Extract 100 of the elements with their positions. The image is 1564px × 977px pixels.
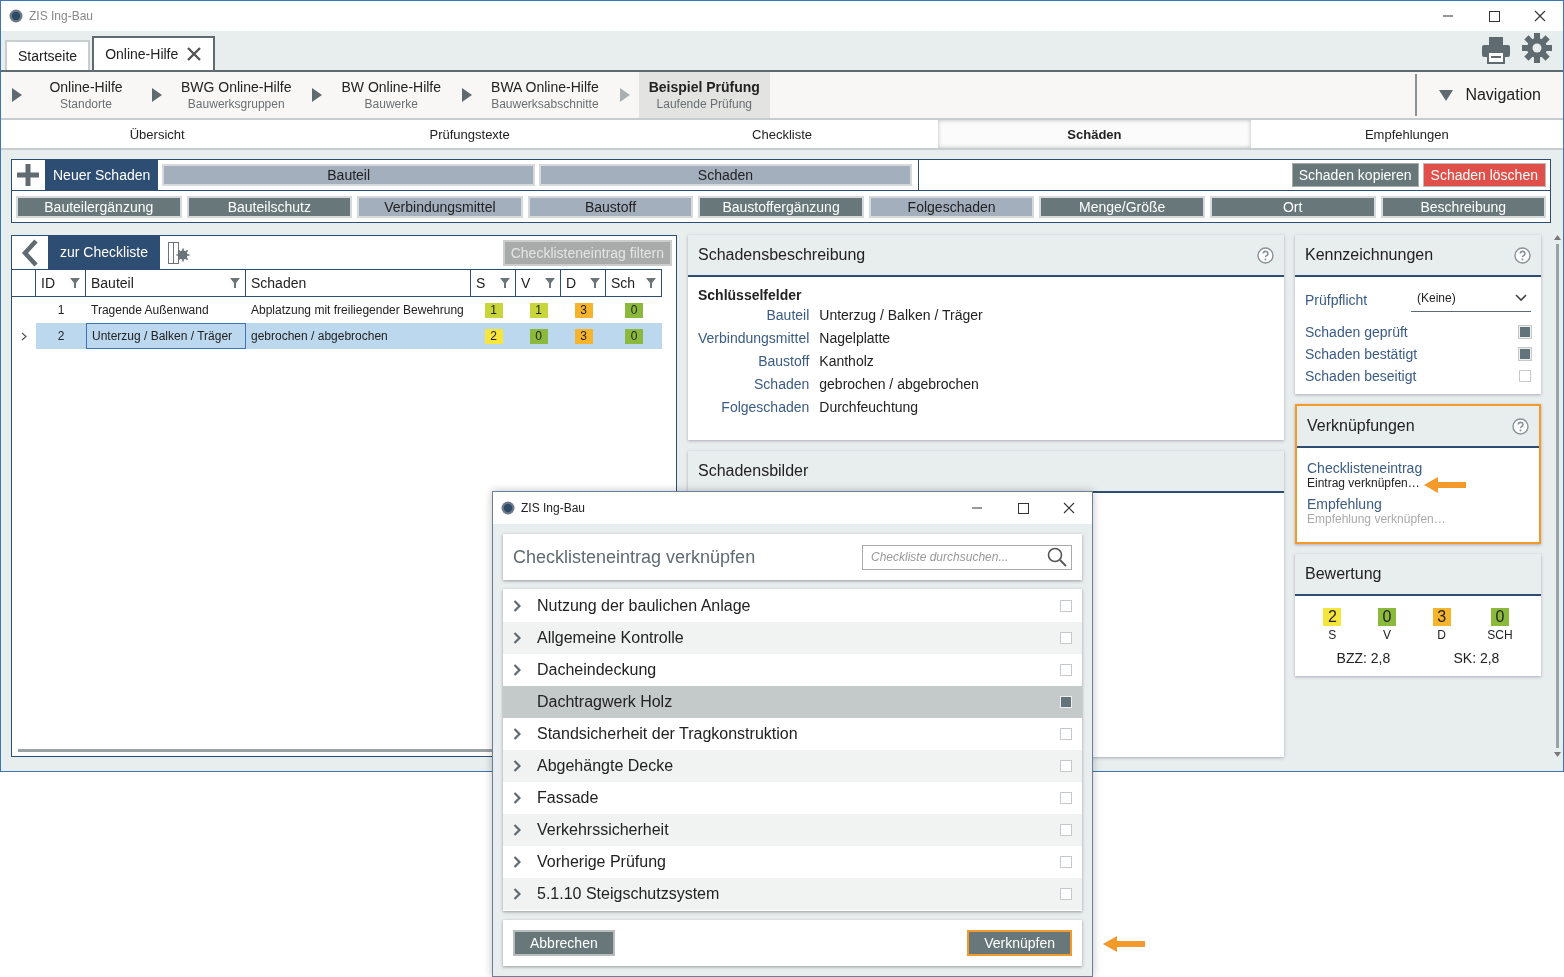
tab[interactable]: Startseite xyxy=(5,40,91,70)
column-header[interactable]: Sch xyxy=(606,269,662,297)
chevron-right-icon[interactable] xyxy=(513,760,521,772)
column-header[interactable]: D xyxy=(561,269,606,297)
list-item[interactable]: Standsicherheit der Tragkonstruktion xyxy=(503,718,1082,750)
cancel-button[interactable]: Abbrechen xyxy=(513,930,615,956)
help-icon xyxy=(1514,246,1531,264)
rating-label: SCH xyxy=(1487,628,1513,642)
list-item[interactable]: Vorherige Prüfung xyxy=(503,846,1082,878)
card-title: Schadensbeschreibung xyxy=(698,246,866,264)
field-button[interactable]: Schaden xyxy=(539,164,912,186)
checkbox[interactable] xyxy=(1519,370,1531,382)
filter-icon[interactable] xyxy=(500,278,510,288)
checkbox[interactable] xyxy=(1060,856,1072,868)
app-logo-icon xyxy=(9,9,23,23)
search-icon xyxy=(1047,546,1067,567)
breadcrumb-item[interactable]: BWG Online-Hilfe Bauwerksgruppen xyxy=(171,72,302,118)
chevron-right-icon[interactable] xyxy=(513,856,521,868)
field-button[interactable]: Beschreibung xyxy=(1380,195,1547,218)
table-cell: 2 xyxy=(36,323,86,349)
checkbox[interactable] xyxy=(1060,728,1072,740)
field-button[interactable]: Baustoffergänzung xyxy=(698,195,864,218)
checkbox[interactable] xyxy=(1060,600,1072,612)
field-value: gebrochen / abgebrochen xyxy=(819,376,980,392)
tab[interactable]: Empfehlungen xyxy=(1250,120,1564,148)
chevron-right-icon[interactable] xyxy=(513,600,521,612)
window-title: ZIS Ing-Bau xyxy=(521,501,586,515)
tab[interactable]: Schäden xyxy=(938,120,1251,148)
list-item[interactable]: Verkehrssicherheit xyxy=(503,814,1082,846)
help-icon xyxy=(1512,417,1529,435)
breadcrumb-item[interactable]: Online-Hilfe Standorte xyxy=(31,72,141,118)
triangle-right-icon xyxy=(311,88,324,102)
filter-icon[interactable] xyxy=(545,278,555,288)
row-pointer-icon xyxy=(21,331,27,341)
chevron-right-icon[interactable] xyxy=(513,664,521,676)
column-settings-icon[interactable] xyxy=(165,239,192,266)
checkbox[interactable] xyxy=(1060,760,1072,772)
rating-badge: 0 xyxy=(625,328,643,344)
list-item[interactable]: Fassade xyxy=(503,782,1082,814)
rating-badge: 1 xyxy=(529,302,548,318)
settings-icon[interactable] xyxy=(1521,32,1553,64)
field-button[interactable]: Verbindungsmittel xyxy=(357,195,523,218)
field-button[interactable]: Bauteilschutz xyxy=(186,195,353,218)
filter-icon[interactable] xyxy=(646,278,656,288)
tab[interactable]: Checkliste xyxy=(625,120,939,148)
rating-badge: 0 xyxy=(529,328,548,344)
field-button[interactable]: Ort xyxy=(1209,195,1376,218)
column-header[interactable]: ID xyxy=(36,269,86,297)
window-title: ZIS Ing-Bau xyxy=(29,9,94,23)
checkbox[interactable] xyxy=(1060,632,1072,644)
field-button[interactable]: Baustoff xyxy=(527,195,694,218)
chevron-right-icon[interactable] xyxy=(513,824,521,836)
column-header[interactable]: Bauteil xyxy=(86,269,246,297)
chevron-right-icon[interactable] xyxy=(513,792,521,804)
column-header[interactable]: S xyxy=(471,269,516,297)
field-button[interactable]: Folgeschaden xyxy=(868,195,1035,218)
chevron-right-icon[interactable] xyxy=(513,888,521,900)
summary-value: SK: 2,8 xyxy=(1453,650,1500,666)
filter-icon[interactable] xyxy=(70,278,80,288)
list-item[interactable]: Dachtragwerk Holz xyxy=(503,686,1082,718)
printer-icon[interactable] xyxy=(1481,36,1511,64)
breadcrumb-item[interactable]: Beispiel Prüfung Laufende Prüfung xyxy=(638,72,770,118)
back-to-checklist-button[interactable]: zur Checkliste xyxy=(48,236,160,269)
rating-badge: 0 xyxy=(1490,608,1509,626)
chevron-right-icon[interactable] xyxy=(513,632,521,644)
list-item[interactable]: Abgehängte Decke xyxy=(503,750,1082,782)
list-item[interactable]: Allgemeine Kontrolle xyxy=(503,622,1082,654)
checkbox[interactable] xyxy=(1060,824,1072,836)
checkbox[interactable] xyxy=(1060,888,1072,900)
vertical-scrollbar[interactable] xyxy=(1552,235,1562,757)
field-value: Kantholz xyxy=(819,353,875,369)
column-header[interactable]: V xyxy=(516,269,561,297)
link-action[interactable]: Eintrag verknüpfen… xyxy=(1307,476,1529,490)
delete-button[interactable]: Schaden löschen xyxy=(1422,163,1546,187)
checkbox[interactable] xyxy=(1060,664,1072,676)
tab[interactable]: Online-Hilfe xyxy=(92,36,216,70)
rating-badge: 3 xyxy=(574,302,593,318)
search-field[interactable]: Checkliste durchsuchen... xyxy=(862,544,1072,570)
copy-button[interactable]: Schaden kopieren xyxy=(1291,163,1419,187)
chevron-down-icon xyxy=(1515,294,1527,302)
field-label: Prüfpflicht xyxy=(1305,291,1368,308)
dropdown[interactable]: (Keine) xyxy=(1411,287,1531,312)
close-icon[interactable] xyxy=(186,46,203,62)
confirm-button[interactable]: Verknüpfen xyxy=(967,930,1072,956)
tab[interactable]: Übersicht xyxy=(1,120,314,148)
tab[interactable]: Prüfungstexte xyxy=(313,120,626,148)
navigation-button[interactable]: Navigation xyxy=(1415,74,1563,116)
filter-icon[interactable] xyxy=(590,278,600,288)
checkbox[interactable] xyxy=(1060,792,1072,804)
chevron-right-icon[interactable] xyxy=(513,728,521,740)
filter-icon[interactable] xyxy=(230,278,240,288)
field-button[interactable]: Menge/Größe xyxy=(1039,195,1205,218)
breadcrumb-item[interactable]: BW Online-Hilfe Bauwerke xyxy=(331,72,452,118)
list-item[interactable]: Dacheindeckung xyxy=(503,654,1082,686)
list-item[interactable]: 5.1.10 Steigschutzsystem xyxy=(503,878,1082,910)
field-button[interactable]: Bauteil xyxy=(162,164,536,186)
list-item[interactable]: Nutzung der baulichen Anlage xyxy=(503,590,1082,622)
breadcrumb-item[interactable]: BWA Online-Hilfe Bauwerksabschnitte xyxy=(481,72,609,118)
column-header[interactable]: Schaden xyxy=(246,269,471,297)
field-button[interactable]: Bauteilergänzung xyxy=(16,195,182,218)
